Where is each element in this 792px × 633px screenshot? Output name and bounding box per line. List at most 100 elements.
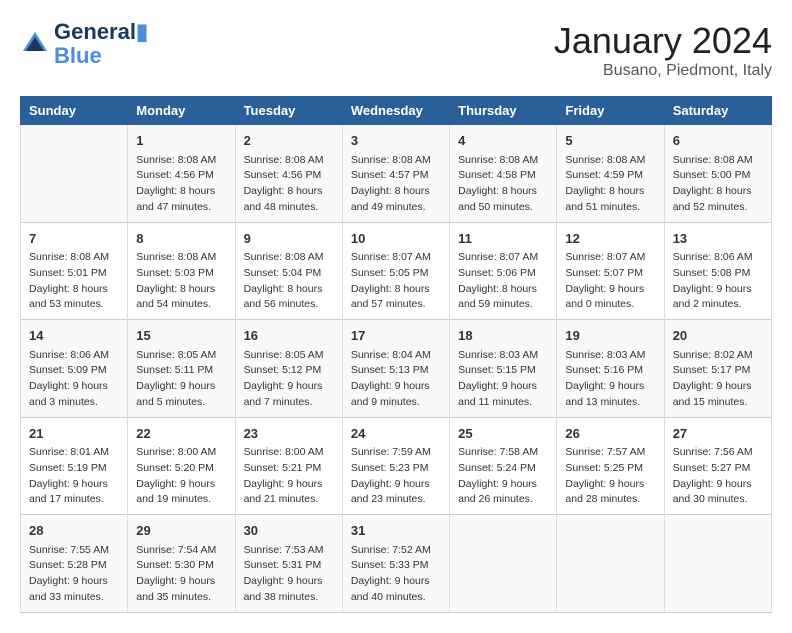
cell-text: and 56 minutes.: [244, 297, 334, 313]
weekday-header-monday: Monday: [128, 97, 235, 125]
day-number: 27: [673, 424, 763, 444]
calendar-cell: 14Sunrise: 8:06 AMSunset: 5:09 PMDayligh…: [21, 320, 128, 418]
calendar-week-row: 28Sunrise: 7:55 AMSunset: 5:28 PMDayligh…: [21, 515, 772, 613]
cell-text: and 50 minutes.: [458, 200, 548, 216]
calendar-cell: [664, 515, 771, 613]
cell-text: Sunrise: 7:54 AM: [136, 543, 226, 559]
weekday-header-friday: Friday: [557, 97, 664, 125]
cell-text: and 35 minutes.: [136, 590, 226, 606]
cell-text: Sunset: 5:08 PM: [673, 266, 763, 282]
day-number: 1: [136, 131, 226, 151]
cell-text: Daylight: 9 hours: [351, 477, 441, 493]
cell-text: and 13 minutes.: [565, 395, 655, 411]
cell-text: and 9 minutes.: [351, 395, 441, 411]
day-number: 2: [244, 131, 334, 151]
cell-text: Daylight: 9 hours: [565, 477, 655, 493]
cell-text: and 54 minutes.: [136, 297, 226, 313]
cell-text: Daylight: 8 hours: [136, 282, 226, 298]
cell-text: Daylight: 9 hours: [351, 379, 441, 395]
cell-text: Sunset: 5:19 PM: [29, 461, 119, 477]
cell-text: Daylight: 9 hours: [351, 574, 441, 590]
cell-text: and 23 minutes.: [351, 492, 441, 508]
day-number: 26: [565, 424, 655, 444]
cell-text: Daylight: 8 hours: [244, 184, 334, 200]
cell-text: Sunset: 5:09 PM: [29, 363, 119, 379]
calendar-cell: 13Sunrise: 8:06 AMSunset: 5:08 PMDayligh…: [664, 222, 771, 320]
month-title: January 2024: [554, 20, 772, 62]
cell-text: Daylight: 9 hours: [244, 379, 334, 395]
day-number: 8: [136, 229, 226, 249]
cell-text: Sunrise: 8:08 AM: [565, 153, 655, 169]
cell-text: and 0 minutes.: [565, 297, 655, 313]
cell-text: Sunset: 5:15 PM: [458, 363, 548, 379]
cell-text: Sunrise: 8:04 AM: [351, 348, 441, 364]
cell-text: Sunrise: 8:00 AM: [136, 445, 226, 461]
location: Busano, Piedmont, Italy: [554, 62, 772, 80]
calendar-table: SundayMondayTuesdayWednesdayThursdayFrid…: [20, 96, 772, 613]
calendar-cell: 6Sunrise: 8:08 AMSunset: 5:00 PMDaylight…: [664, 125, 771, 223]
cell-text: and 3 minutes.: [29, 395, 119, 411]
calendar-cell: [557, 515, 664, 613]
calendar-cell: 3Sunrise: 8:08 AMSunset: 4:57 PMDaylight…: [342, 125, 449, 223]
calendar-cell: 23Sunrise: 8:00 AMSunset: 5:21 PMDayligh…: [235, 417, 342, 515]
cell-text: Daylight: 9 hours: [565, 379, 655, 395]
day-number: 3: [351, 131, 441, 151]
cell-text: Sunset: 5:21 PM: [244, 461, 334, 477]
cell-text: Sunrise: 8:05 AM: [244, 348, 334, 364]
cell-text: Daylight: 8 hours: [565, 184, 655, 200]
day-number: 4: [458, 131, 548, 151]
day-number: 11: [458, 229, 548, 249]
logo-icon: [20, 29, 50, 59]
calendar-cell: 30Sunrise: 7:53 AMSunset: 5:31 PMDayligh…: [235, 515, 342, 613]
cell-text: and 57 minutes.: [351, 297, 441, 313]
day-number: 25: [458, 424, 548, 444]
day-number: 21: [29, 424, 119, 444]
cell-text: and 51 minutes.: [565, 200, 655, 216]
cell-text: and 48 minutes.: [244, 200, 334, 216]
calendar-cell: 5Sunrise: 8:08 AMSunset: 4:59 PMDaylight…: [557, 125, 664, 223]
day-number: 19: [565, 326, 655, 346]
cell-text: Daylight: 9 hours: [673, 477, 763, 493]
cell-text: Daylight: 9 hours: [458, 379, 548, 395]
cell-text: Sunset: 5:31 PM: [244, 558, 334, 574]
calendar-cell: 31Sunrise: 7:52 AMSunset: 5:33 PMDayligh…: [342, 515, 449, 613]
cell-text: Sunrise: 7:59 AM: [351, 445, 441, 461]
calendar-week-row: 7Sunrise: 8:08 AMSunset: 5:01 PMDaylight…: [21, 222, 772, 320]
calendar-cell: 22Sunrise: 8:00 AMSunset: 5:20 PMDayligh…: [128, 417, 235, 515]
cell-text: Sunset: 5:04 PM: [244, 266, 334, 282]
cell-text: and 33 minutes.: [29, 590, 119, 606]
cell-text: Sunset: 5:00 PM: [673, 168, 763, 184]
calendar-cell: 7Sunrise: 8:08 AMSunset: 5:01 PMDaylight…: [21, 222, 128, 320]
calendar-cell: 26Sunrise: 7:57 AMSunset: 5:25 PMDayligh…: [557, 417, 664, 515]
day-number: 18: [458, 326, 548, 346]
cell-text: Sunset: 5:13 PM: [351, 363, 441, 379]
cell-text: Sunrise: 7:55 AM: [29, 543, 119, 559]
title-block: January 2024 Busano, Piedmont, Italy: [554, 20, 772, 80]
calendar-cell: 29Sunrise: 7:54 AMSunset: 5:30 PMDayligh…: [128, 515, 235, 613]
day-number: 22: [136, 424, 226, 444]
calendar-cell: 21Sunrise: 8:01 AMSunset: 5:19 PMDayligh…: [21, 417, 128, 515]
day-number: 17: [351, 326, 441, 346]
cell-text: Sunrise: 8:03 AM: [458, 348, 548, 364]
cell-text: and 26 minutes.: [458, 492, 548, 508]
cell-text: Sunset: 5:27 PM: [673, 461, 763, 477]
cell-text: Sunset: 4:57 PM: [351, 168, 441, 184]
calendar-cell: 2Sunrise: 8:08 AMSunset: 4:56 PMDaylight…: [235, 125, 342, 223]
day-number: 9: [244, 229, 334, 249]
day-number: 5: [565, 131, 655, 151]
cell-text: Daylight: 9 hours: [29, 574, 119, 590]
cell-text: and 49 minutes.: [351, 200, 441, 216]
calendar-cell: 27Sunrise: 7:56 AMSunset: 5:27 PMDayligh…: [664, 417, 771, 515]
cell-text: Daylight: 8 hours: [351, 282, 441, 298]
cell-text: Sunset: 4:56 PM: [244, 168, 334, 184]
cell-text: Daylight: 8 hours: [29, 282, 119, 298]
weekday-header-sunday: Sunday: [21, 97, 128, 125]
cell-text: Sunrise: 8:06 AM: [673, 250, 763, 266]
cell-text: Sunrise: 8:06 AM: [29, 348, 119, 364]
cell-text: Sunrise: 8:08 AM: [458, 153, 548, 169]
weekday-header-row: SundayMondayTuesdayWednesdayThursdayFrid…: [21, 97, 772, 125]
day-number: 12: [565, 229, 655, 249]
calendar-cell: 11Sunrise: 8:07 AMSunset: 5:06 PMDayligh…: [450, 222, 557, 320]
calendar-cell: 25Sunrise: 7:58 AMSunset: 5:24 PMDayligh…: [450, 417, 557, 515]
cell-text: Daylight: 9 hours: [458, 477, 548, 493]
